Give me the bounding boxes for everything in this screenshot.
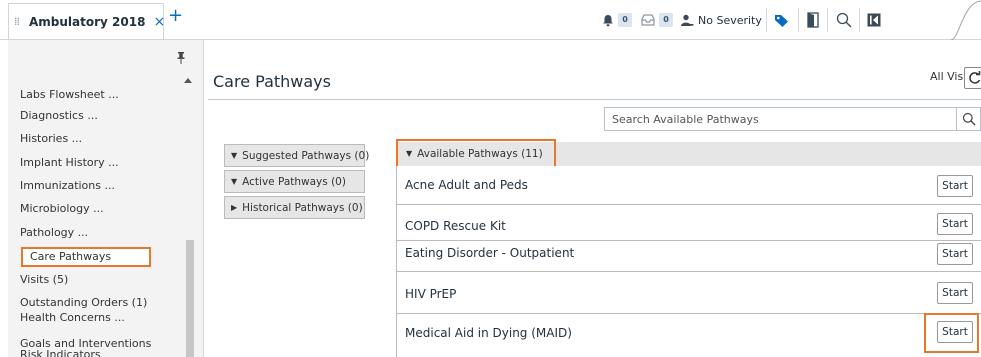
page-title: Care Pathways <box>213 72 331 91</box>
sidebar-item-outstanding-orders[interactable]: Outstanding Orders (1) <box>20 296 147 310</box>
toolbar-divider <box>798 8 799 32</box>
toolbar-divider <box>766 8 767 32</box>
sidebar-item-microbiology[interactable]: Microbiology ... <box>20 202 104 216</box>
notifications-button[interactable]: 0 <box>602 10 632 30</box>
collapse-icon[interactable] <box>867 10 881 30</box>
start-button[interactable]: Start <box>937 282 973 304</box>
available-pathways-label: Available Pathways (11) <box>417 147 543 160</box>
sidebar-item-health-concerns[interactable]: Health Concerns ... <box>20 311 125 325</box>
header-divider <box>208 99 981 100</box>
person-icon <box>680 14 694 27</box>
sidebar-item-diagnostics[interactable]: Diagnostics ... <box>20 109 98 123</box>
toolbar-divider <box>827 8 828 32</box>
caret-down-icon: ▼ <box>231 177 238 186</box>
tab-bar: ⁞⁞ Ambulatory 2018 × + 0 0 No Severity <box>0 0 981 40</box>
toolbar-divider <box>859 8 860 32</box>
inbox-icon <box>641 14 655 26</box>
pathway-name: HIV PrEP <box>405 287 457 301</box>
tab-ambulatory[interactable]: ⁞⁞ Ambulatory 2018 × <box>8 3 165 39</box>
sidebar-item-implant-history[interactable]: Implant History ... <box>20 156 119 170</box>
caret-right-icon: ▶ <box>231 203 238 212</box>
start-button[interactable]: Start <box>937 243 973 265</box>
sidebar-item-risk-indicators[interactable]: Risk Indicators <box>20 348 101 357</box>
scrollbar-thumb[interactable] <box>186 240 194 357</box>
pin-icon[interactable] <box>177 52 185 67</box>
severity-button[interactable]: No Severity <box>680 10 762 30</box>
start-button[interactable]: Start <box>937 213 973 235</box>
list-item: Eating Disorder - Outpatient Start <box>396 241 981 272</box>
tab-title: Ambulatory 2018 <box>29 14 146 29</box>
list-item: COPD Rescue Kit Start <box>396 205 981 241</box>
start-button-highlight <box>924 313 979 353</box>
notifications-count: 0 <box>618 13 632 27</box>
suggested-pathways-label: Suggested Pathways (0) <box>242 149 370 162</box>
sidebar-item-care-pathways[interactable]: Care Pathways <box>21 247 151 267</box>
sidebar-item-pathology[interactable]: Pathology ... <box>20 226 88 240</box>
caret-down-icon: ▼ <box>231 151 238 160</box>
active-pathways-toggle[interactable]: ▼ Active Pathways (0) <box>224 170 365 193</box>
tab-bar-curve <box>951 0 981 40</box>
sidebar-item-visits[interactable]: Visits (5) <box>20 273 68 287</box>
sidebar-item-histories[interactable]: Histories ... <box>20 132 82 146</box>
list-item: Acne Adult and Peds Start <box>396 166 981 205</box>
list-item: Medical Aid in Dying (MAID) Start <box>396 314 981 357</box>
active-pathways-label: Active Pathways (0) <box>242 175 346 188</box>
pathway-name: Eating Disorder - Outpatient <box>405 246 575 260</box>
drag-grip-icon[interactable]: ⁞⁞ <box>14 15 20 28</box>
caret-down-icon: ▼ <box>406 149 413 158</box>
start-button[interactable]: Start <box>937 175 973 197</box>
close-icon[interactable]: × <box>153 14 165 30</box>
pathway-name: Medical Aid in Dying (MAID) <box>405 326 572 340</box>
door-icon[interactable] <box>807 10 819 30</box>
sidebar: Labs Flowsheet ... Diagnostics ... Histo… <box>8 40 204 357</box>
bell-icon <box>602 14 614 27</box>
pathway-name: COPD Rescue Kit <box>405 219 506 233</box>
search-icon[interactable] <box>836 10 852 30</box>
add-tab-icon[interactable]: + <box>168 5 183 26</box>
list-item: HIV PrEP Start <box>396 272 981 314</box>
inbox-button[interactable]: 0 <box>641 10 673 30</box>
sidebar-item-labs-flowsheet[interactable]: Labs Flowsheet ... <box>20 88 119 102</box>
search-pathways-input[interactable] <box>604 107 957 131</box>
pathway-name: Acne Adult and Peds <box>405 178 528 192</box>
refresh-button[interactable] <box>964 67 981 89</box>
search-pathways-button[interactable] <box>957 107 981 131</box>
refresh-icon <box>969 71 981 84</box>
available-pathways-toggle[interactable]: ▼ Available Pathways (11) <box>396 139 556 168</box>
suggested-pathways-toggle[interactable]: ▼ Suggested Pathways (0) <box>224 144 369 167</box>
inbox-count: 0 <box>659 13 673 27</box>
severity-label: No Severity <box>698 13 762 27</box>
historical-pathways-toggle[interactable]: ▶ Historical Pathways (0) <box>224 196 365 219</box>
sidebar-item-immunizations[interactable]: Immunizations ... <box>20 179 115 193</box>
tag-icon[interactable] <box>774 10 789 30</box>
search-icon <box>962 112 975 126</box>
historical-pathways-label: Historical Pathways (0) <box>242 201 363 214</box>
scroll-up-arrow-icon[interactable] <box>184 78 192 83</box>
